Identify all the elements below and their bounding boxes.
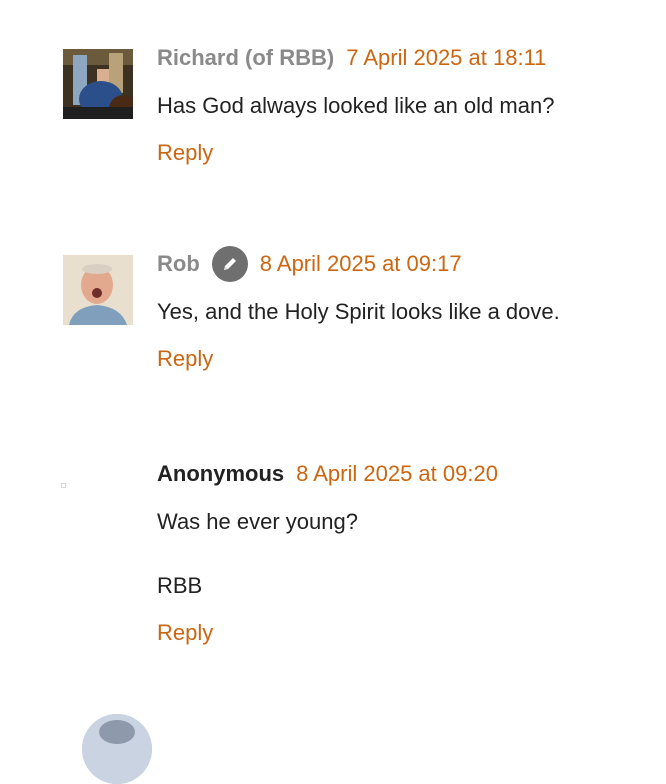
reply-button[interactable]: Reply (157, 140, 213, 166)
avatar[interactable] (63, 255, 133, 325)
comment-paragraph: Has God always looked like an old man? (157, 93, 555, 118)
comment-body: Richard (of RBB) 7 April 2025 at 18:11 H… (157, 44, 646, 166)
comment-text: Yes, and the Holy Spirit looks like a do… (157, 298, 646, 326)
comment-timestamp-link[interactable]: 7 April 2025 at 18:11 (346, 45, 546, 71)
comment-header: Anonymous 8 April 2025 at 09:20 (157, 460, 646, 488)
author-name[interactable]: Richard (of RBB) (157, 45, 334, 71)
blank-avatar-icon (61, 483, 66, 488)
comment-text: Was he ever young? RBB (157, 508, 646, 600)
comment-paragraph: Yes, and the Holy Spirit looks like a do… (157, 299, 560, 324)
comment-timestamp-link[interactable]: 8 April 2025 at 09:20 (296, 461, 498, 487)
comment-header: Richard (of RBB) 7 April 2025 at 18:11 (157, 44, 646, 72)
reply-button[interactable]: Reply (157, 346, 213, 372)
comment-body: Anonymous 8 April 2025 at 09:20 Was he e… (157, 460, 646, 646)
user-photo (82, 714, 152, 784)
reply-button[interactable]: Reply (157, 620, 213, 646)
comment-paragraph: RBB (157, 573, 203, 598)
comment-header: Rob 8 April 2025 at 09:17 (157, 246, 646, 282)
user-photo (63, 255, 133, 325)
author-name: Anonymous (157, 461, 285, 486)
comment-body: Rob 8 April 2025 at 09:17 Yes, and the H… (157, 246, 646, 372)
comment-timestamp-link[interactable]: 8 April 2025 at 09:17 (260, 251, 462, 277)
user-photo (63, 49, 133, 119)
comment-paragraph: Was he ever young? (157, 509, 358, 534)
avatar[interactable] (63, 49, 133, 119)
avatar[interactable] (82, 714, 152, 784)
comment-text: Has God always looked like an old man? (157, 92, 646, 120)
pencil-icon (211, 246, 248, 282)
author-name[interactable]: Rob (157, 251, 200, 277)
